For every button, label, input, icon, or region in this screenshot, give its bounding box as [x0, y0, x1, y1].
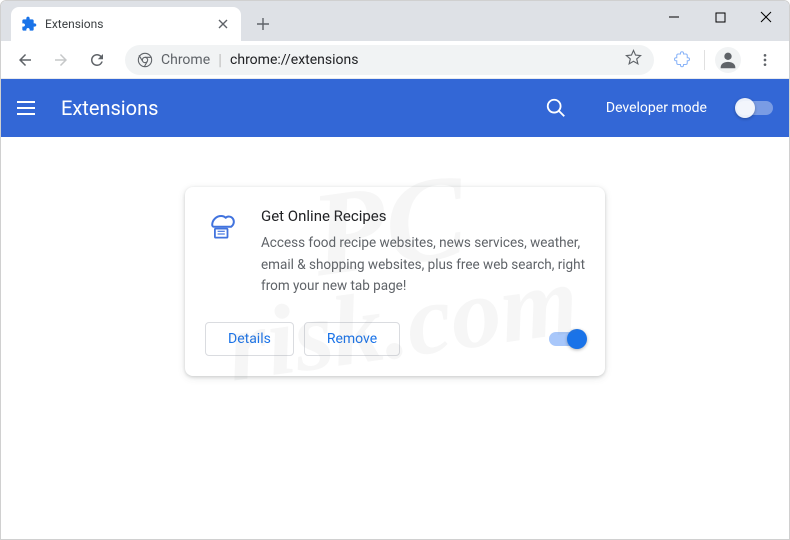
- address-bar[interactable]: Chrome | chrome://extensions: [125, 45, 654, 75]
- url-text: chrome://extensions: [230, 52, 358, 68]
- bookmark-star-icon[interactable]: [625, 49, 642, 70]
- extension-app-icon: [205, 207, 241, 243]
- profile-avatar[interactable]: [715, 47, 741, 73]
- forward-button[interactable]: [45, 44, 77, 76]
- extensions-list: Get Online Recipes Access food recipe we…: [1, 137, 789, 426]
- remove-button[interactable]: Remove: [304, 322, 400, 356]
- details-button[interactable]: Details: [205, 322, 294, 356]
- chrome-icon: [137, 52, 153, 68]
- extensions-header: Extensions Developer mode: [1, 79, 789, 137]
- developer-mode-toggle[interactable]: [737, 101, 773, 115]
- extension-card: Get Online Recipes Access food recipe we…: [185, 187, 605, 376]
- menu-dots-icon[interactable]: [749, 44, 781, 76]
- extension-enable-toggle[interactable]: [549, 332, 585, 346]
- tab-title: Extensions: [45, 17, 207, 31]
- window-maximize-button[interactable]: [697, 1, 743, 33]
- window-minimize-button[interactable]: [651, 1, 697, 33]
- omnibox-divider: |: [218, 50, 222, 69]
- developer-mode-label: Developer mode: [606, 100, 707, 116]
- toolbar-separator: [704, 50, 705, 70]
- extension-puzzle-icon: [21, 16, 37, 32]
- extension-action-icon[interactable]: [666, 44, 698, 76]
- back-button[interactable]: [9, 44, 41, 76]
- window-titlebar: Extensions: [1, 1, 789, 41]
- page-title: Extensions: [61, 96, 158, 120]
- search-icon[interactable]: [544, 96, 568, 120]
- browser-tab[interactable]: Extensions: [11, 7, 241, 41]
- close-tab-icon[interactable]: [215, 16, 231, 32]
- browser-toolbar: Chrome | chrome://extensions: [1, 41, 789, 79]
- window-close-button[interactable]: [743, 1, 789, 33]
- reload-button[interactable]: [81, 44, 113, 76]
- new-tab-button[interactable]: [249, 10, 277, 38]
- origin-label: Chrome: [161, 52, 210, 68]
- extension-description: Access food recipe websites, news servic…: [261, 233, 585, 298]
- hamburger-menu-icon[interactable]: [17, 96, 41, 120]
- extension-name: Get Online Recipes: [261, 207, 585, 225]
